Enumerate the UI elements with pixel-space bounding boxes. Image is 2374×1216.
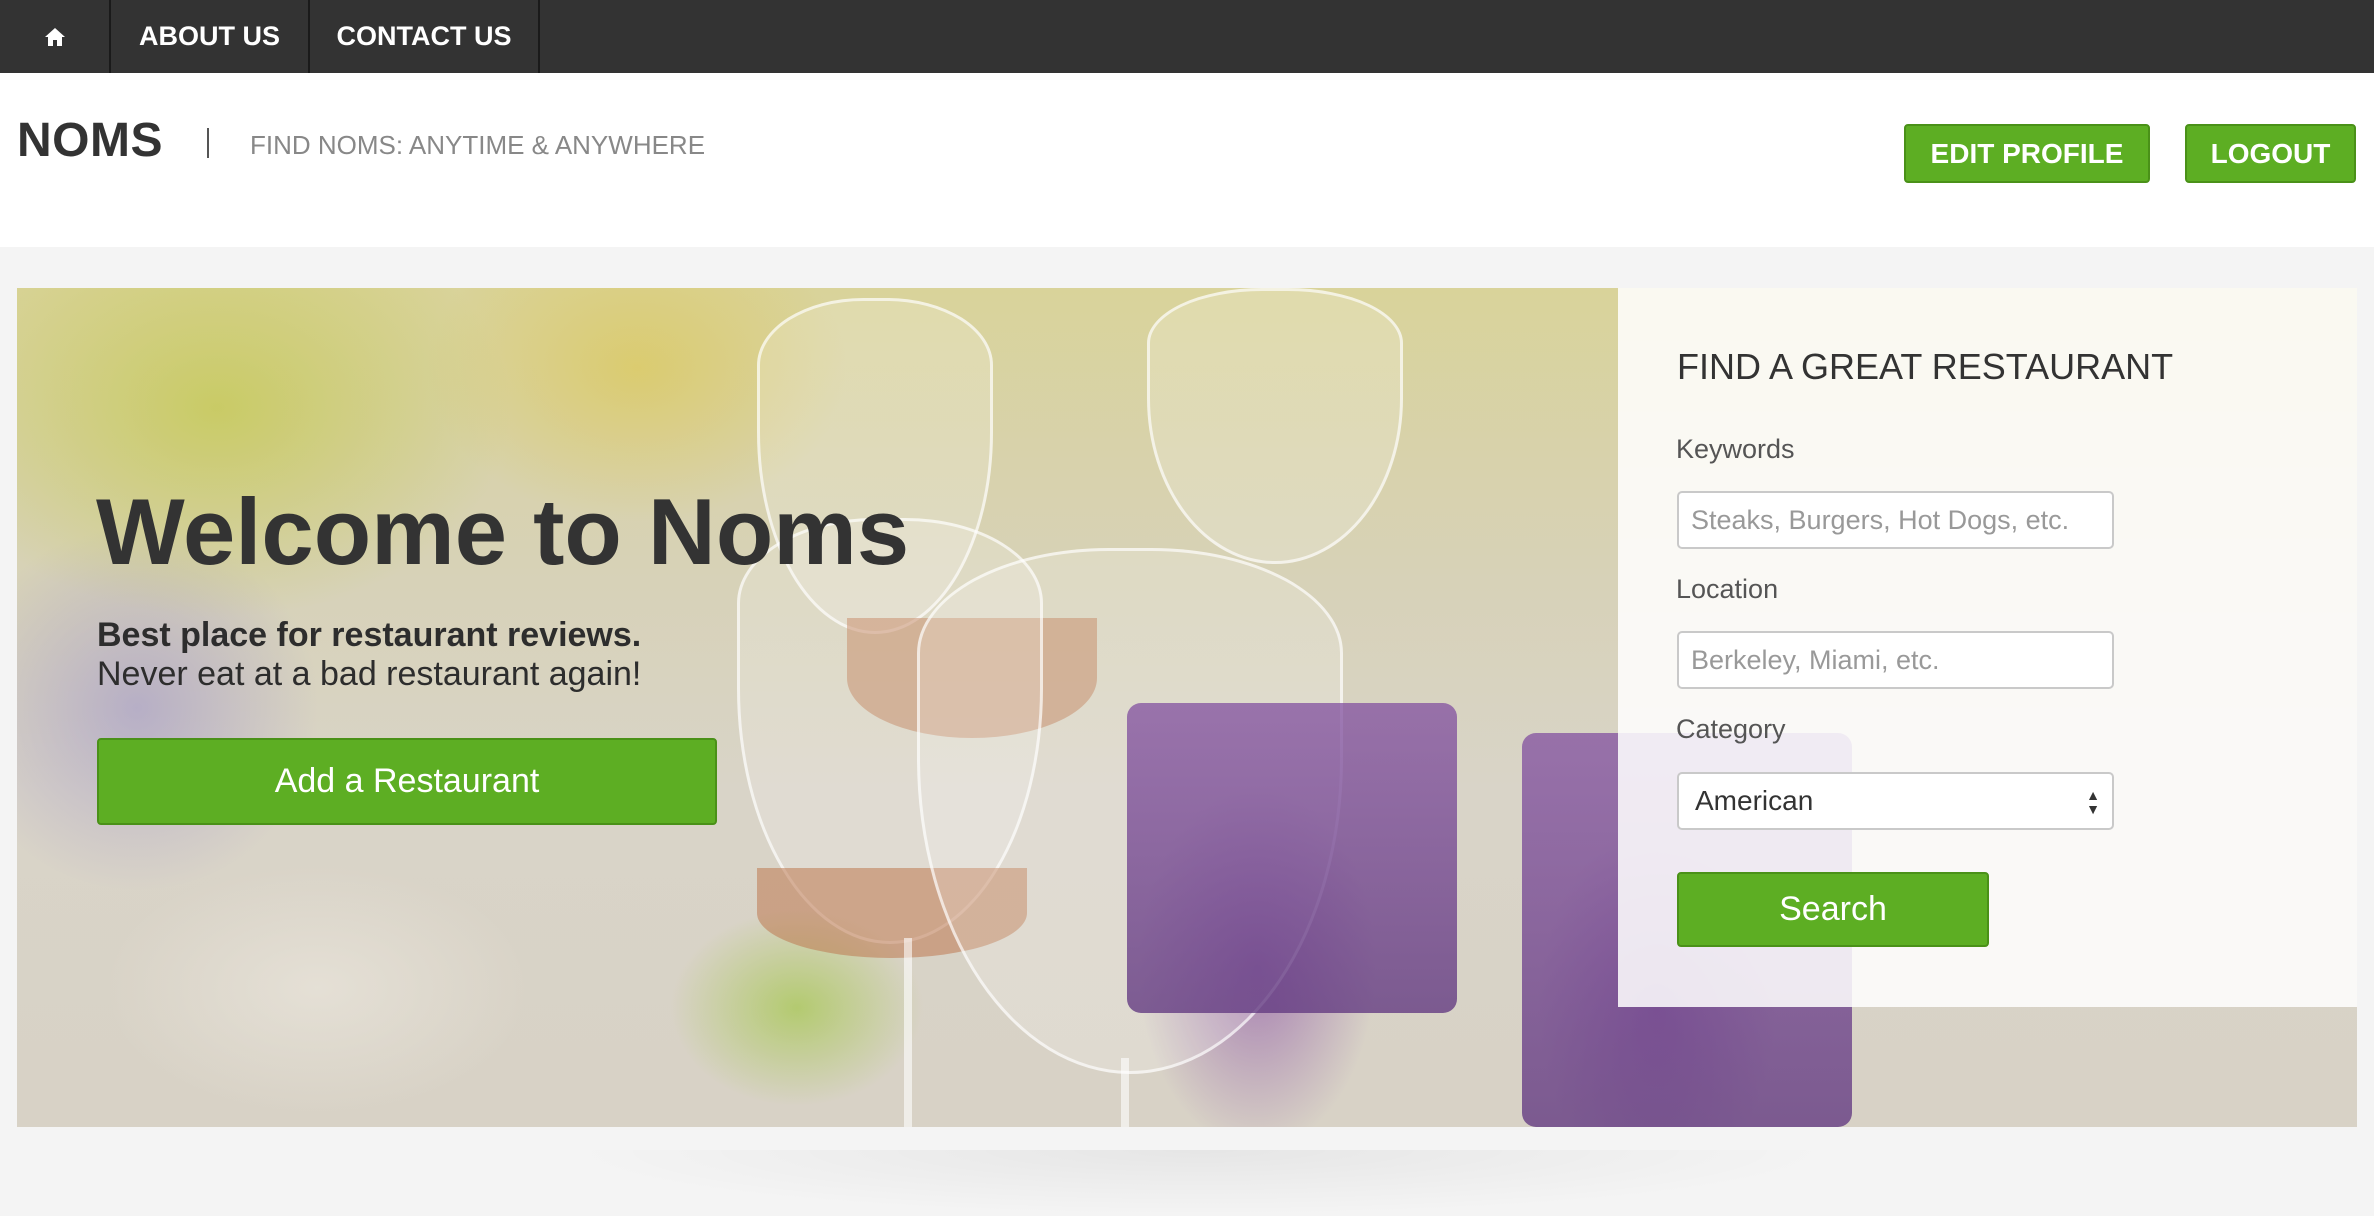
hero-subtitle-bold: Best place for restaurant reviews. bbox=[97, 616, 642, 654]
add-restaurant-button[interactable]: Add a Restaurant bbox=[97, 738, 717, 825]
site-header: NOMS FIND NOMS: ANYTIME & ANYWHERE EDIT … bbox=[0, 73, 2374, 247]
tagline: FIND NOMS: ANYTIME & ANYWHERE bbox=[250, 130, 706, 160]
top-nav: ABOUT US CONTACT US bbox=[0, 0, 2374, 73]
keywords-label: Keywords bbox=[1676, 434, 1795, 464]
brand-logo[interactable]: NOMS bbox=[17, 113, 163, 168]
logout-button[interactable]: LOGOUT bbox=[2185, 124, 2356, 183]
nav-about-us[interactable]: ABOUT US bbox=[111, 0, 310, 73]
wine-glass-image bbox=[1147, 288, 1403, 564]
search-panel-title: FIND A GREAT RESTAURANT bbox=[1677, 346, 2174, 387]
glass-stem-image bbox=[1121, 1058, 1129, 1127]
nav-contact-us[interactable]: CONTACT US bbox=[310, 0, 540, 73]
category-label: Category bbox=[1676, 714, 1786, 744]
hero-banner: Welcome to Noms Best place for restauran… bbox=[17, 288, 2357, 1127]
purple-cup-image bbox=[1127, 703, 1457, 1013]
hero-title: Welcome to Noms bbox=[96, 479, 910, 584]
glass-stem-image bbox=[904, 938, 912, 1127]
keywords-input[interactable] bbox=[1677, 491, 2114, 549]
header-divider bbox=[207, 128, 209, 158]
page-shadow bbox=[560, 1150, 1840, 1216]
location-label: Location bbox=[1676, 574, 1779, 604]
select-arrows-icon: ▲ ▼ bbox=[2086, 787, 2100, 817]
location-input[interactable] bbox=[1677, 631, 2114, 689]
home-icon bbox=[44, 27, 65, 46]
search-panel: FIND A GREAT RESTAURANT Keywords Locatio… bbox=[1618, 288, 2357, 1007]
search-button[interactable]: Search bbox=[1677, 872, 1989, 947]
category-selected-value: American bbox=[1695, 785, 1814, 816]
hero-subtitle: Never eat at a bad restaurant again! bbox=[97, 655, 642, 693]
edit-profile-button[interactable]: EDIT PROFILE bbox=[1904, 124, 2150, 183]
nav-home[interactable] bbox=[0, 0, 111, 73]
category-select[interactable]: American ▲ ▼ bbox=[1677, 772, 2114, 830]
